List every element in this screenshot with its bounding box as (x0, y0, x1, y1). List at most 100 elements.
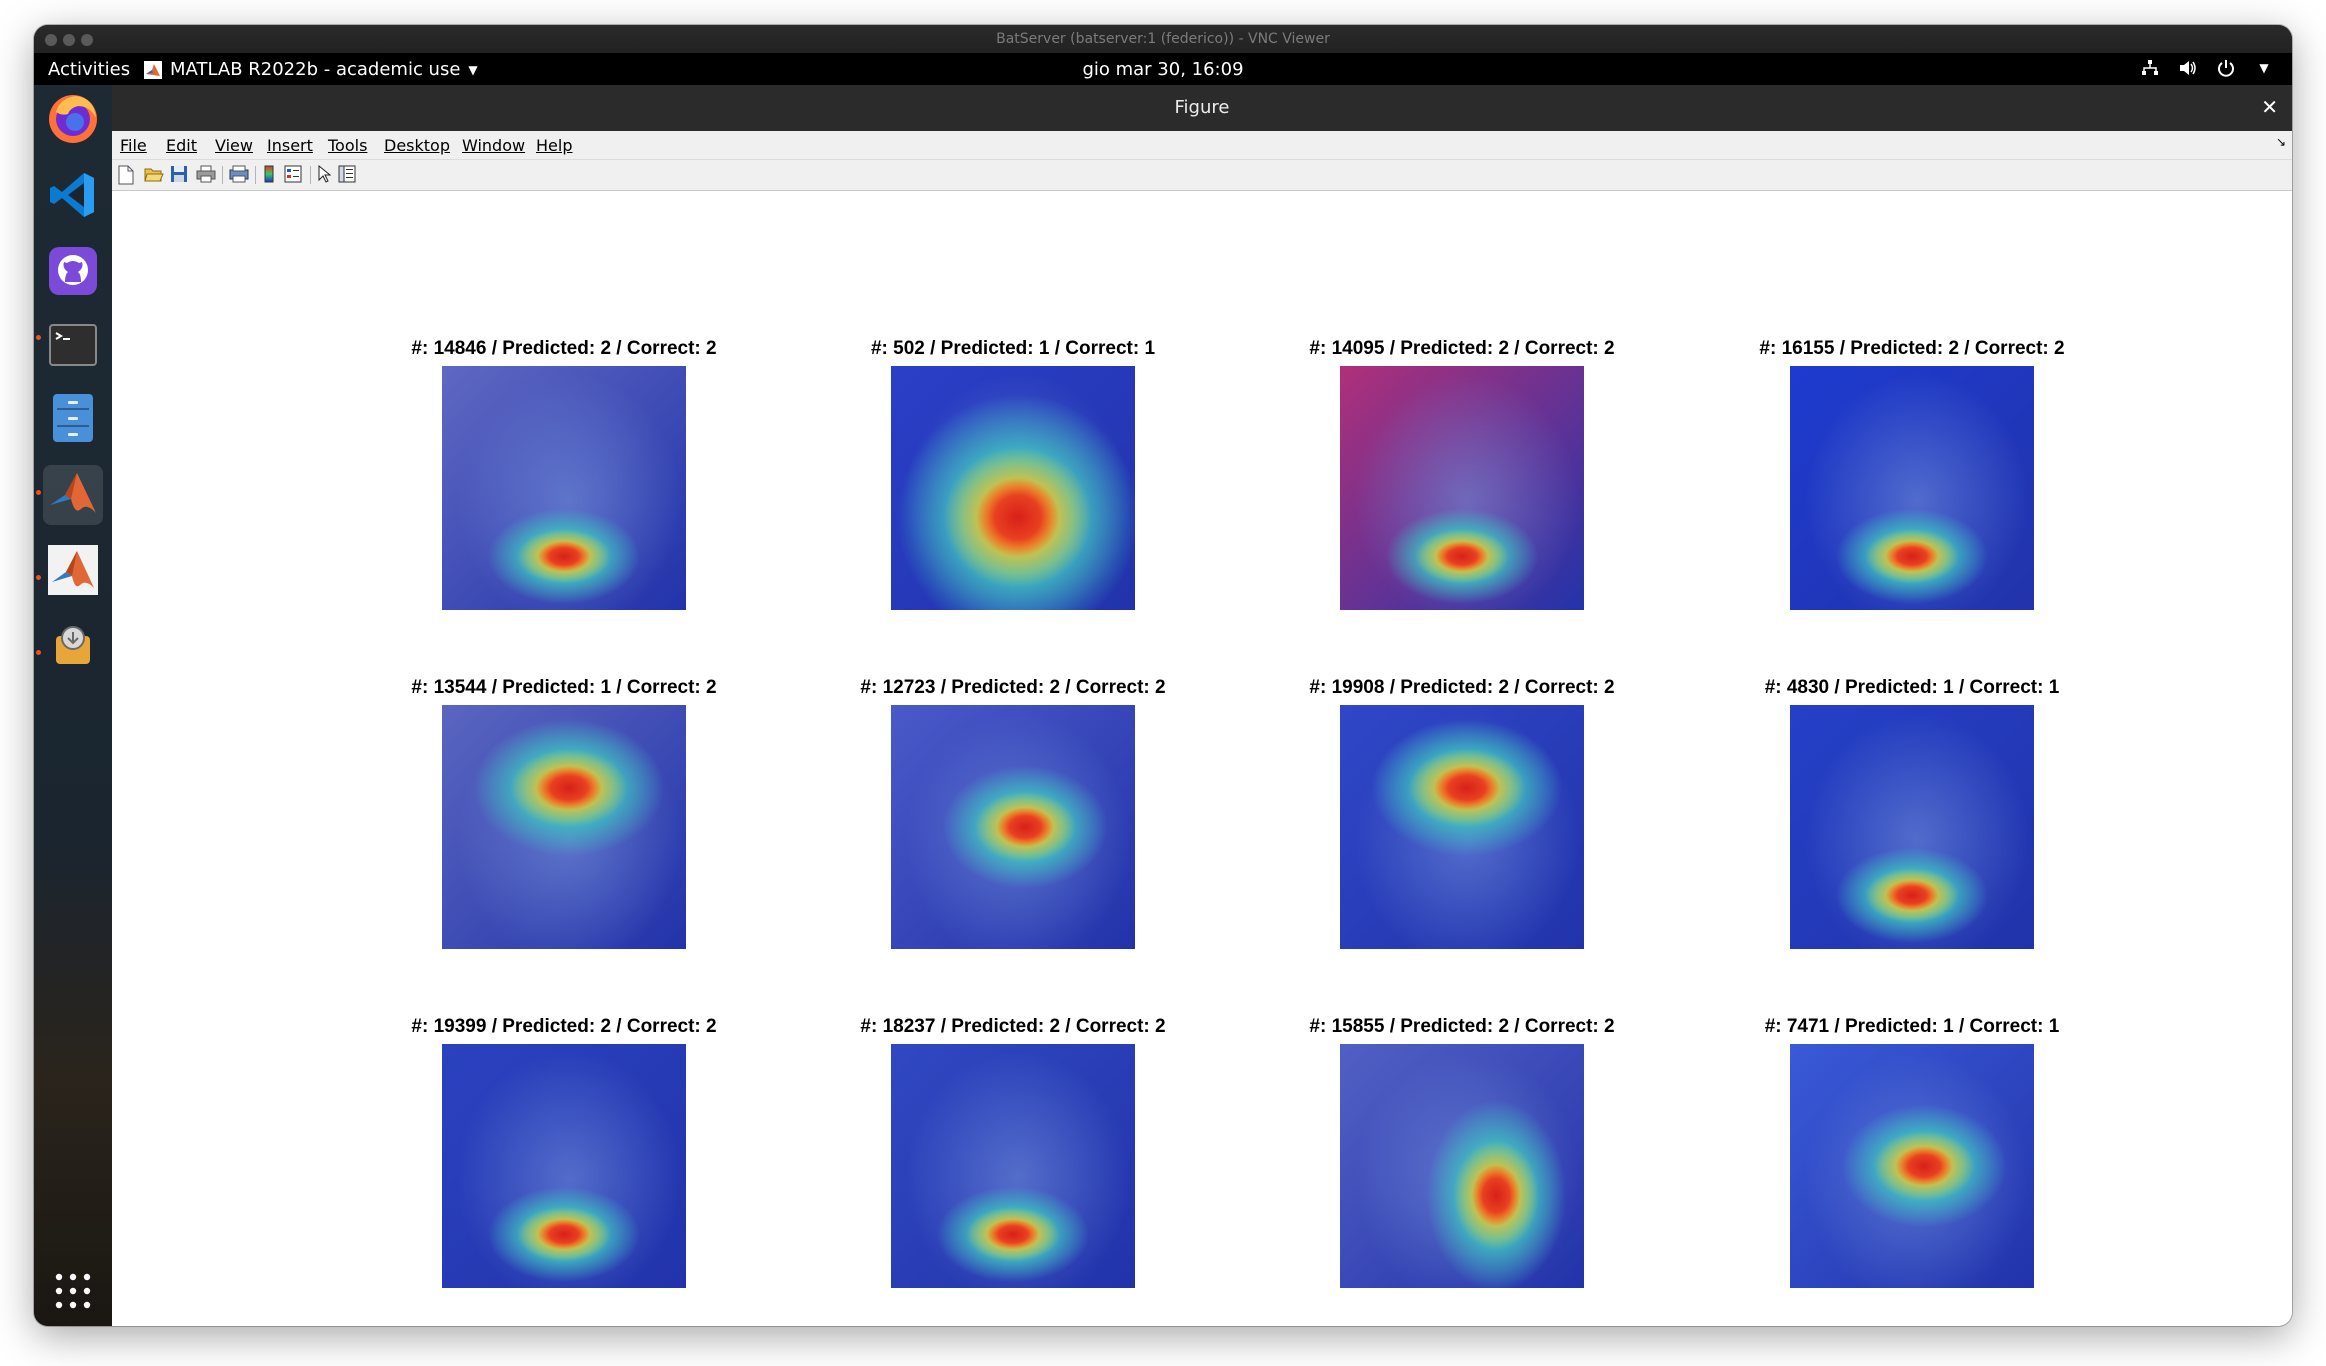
power-icon (2216, 58, 2236, 78)
close-icon[interactable]: ✕ (2261, 95, 2278, 119)
menu-desktop[interactable]: Desktop (384, 136, 450, 155)
gradcam-subplot[interactable]: #: 18237 / Predicted: 2 / Correct: 2 (860, 1016, 1166, 1288)
vscode-icon (50, 173, 94, 217)
menu-tools-label: Tools (328, 136, 368, 155)
legend-icon[interactable] (284, 165, 304, 185)
figure-canvas[interactable]: #: 14846 / Predicted: 2 / Correct: 2 #: 5… (112, 191, 2292, 1326)
gradcam-heatmap-image (891, 366, 1135, 610)
running-indicator (36, 335, 41, 340)
colorbar-icon[interactable] (262, 165, 282, 185)
menu-view-label: View (215, 136, 253, 155)
gradcam-heatmap-image (1340, 705, 1584, 949)
gradcam-heatmap-image (442, 705, 686, 949)
gradcam-subplot[interactable]: #: 16155 / Predicted: 2 / Correct: 2 (1759, 338, 2065, 610)
print-preview-icon[interactable] (229, 165, 249, 185)
figure-title: Figure (1174, 97, 1230, 118)
clock[interactable]: gio mar 30, 16:09 (34, 59, 2292, 80)
pointer-icon[interactable] (317, 164, 337, 185)
gradcam-heatmap-image (1340, 366, 1584, 610)
dock-files[interactable] (43, 388, 103, 448)
gradcam-subplot[interactable]: #: 502 / Predicted: 1 / Correct: 1 (871, 338, 1155, 610)
dock-show-apps[interactable] (43, 1261, 103, 1321)
github-desktop-icon (49, 247, 97, 295)
figure-titlebar: Figure ✕ (112, 85, 2292, 131)
dock-figure-icon[interactable]: ↘ (2276, 135, 2286, 149)
gradcam-heatmap-image (1790, 705, 2034, 949)
firefox-icon (49, 95, 97, 143)
running-indicator (36, 650, 41, 655)
network-icon (2140, 58, 2160, 78)
subplot-title: #: 14846 / Predicted: 2 / Correct: 2 (411, 338, 717, 359)
matlab-icon (48, 545, 98, 595)
gradcam-subplot[interactable]: #: 4830 / Predicted: 1 / Correct: 1 (1765, 677, 2059, 949)
subplot-title: #: 16155 / Predicted: 2 / Correct: 2 (1759, 338, 2065, 359)
subplot-title: #: 12723 / Predicted: 2 / Correct: 2 (860, 677, 1166, 698)
chevron-down-icon: ▼ (2259, 61, 2269, 75)
gnome-top-bar: Activities MATLAB R2022b - academic use … (34, 53, 2292, 85)
menu-window-label: Window (462, 136, 526, 155)
dock-matlab-active[interactable] (43, 465, 103, 525)
gradcam-subplot[interactable]: #: 13544 / Predicted: 1 / Correct: 2 (411, 677, 717, 949)
running-indicator (36, 490, 41, 495)
open-file-icon[interactable] (144, 165, 164, 185)
matlab-figure-window: Figure ✕ File Edit View Insert Tools Des… (112, 85, 2292, 1326)
gradcam-subplot[interactable]: #: 15855 / Predicted: 2 / Correct: 2 (1309, 1016, 1615, 1288)
figure-menubar: File Edit View Insert Tools Desktop Wind… (112, 131, 2292, 160)
subplot-title: #: 14095 / Predicted: 2 / Correct: 2 (1309, 338, 1615, 359)
gradcam-heatmap-image (1790, 1044, 2034, 1288)
software-updater-icon (56, 626, 90, 664)
dock (34, 85, 112, 1326)
figure-toolbar (112, 160, 2292, 191)
menu-edit[interactable]: Edit (166, 136, 197, 155)
files-icon (53, 394, 93, 442)
dock-matlab[interactable] (43, 540, 103, 600)
menu-help-label: Help (536, 136, 573, 155)
subplot-title: #: 15855 / Predicted: 2 / Correct: 2 (1309, 1016, 1615, 1037)
system-tray[interactable]: ▼ (2140, 58, 2274, 78)
vnc-window-title: BatServer (batserver:1 (federico)) - VNC… (996, 31, 1330, 47)
subplot-title: #: 19908 / Predicted: 2 / Correct: 2 (1309, 677, 1615, 698)
menu-tools[interactable]: Tools (328, 136, 367, 155)
dock-software-updater[interactable] (43, 615, 103, 675)
gradcam-subplot[interactable]: #: 19399 / Predicted: 2 / Correct: 2 (411, 1016, 717, 1288)
matlab-icon (50, 473, 96, 513)
gradcam-subplot[interactable]: #: 19908 / Predicted: 2 / Correct: 2 (1309, 677, 1615, 949)
print-icon[interactable] (196, 165, 216, 185)
gradcam-subplot[interactable]: #: 7471 / Predicted: 1 / Correct: 1 (1765, 1016, 2059, 1288)
dock-terminal[interactable] (43, 315, 103, 375)
vnc-titlebar: BatServer (batserver:1 (federico)) - VNC… (34, 25, 2292, 54)
apps-grid-icon (55, 1273, 91, 1309)
toolbar-separator (222, 166, 223, 184)
menu-view[interactable]: View (215, 136, 253, 155)
gradcam-subplot[interactable]: #: 12723 / Predicted: 2 / Correct: 2 (860, 677, 1166, 949)
menu-file[interactable]: File (120, 136, 147, 155)
menu-window[interactable]: Window (462, 136, 525, 155)
gradcam-heatmap-image (442, 366, 686, 610)
subplot-title: #: 7471 / Predicted: 1 / Correct: 1 (1764, 1016, 2060, 1037)
gradcam-heatmap-image (1340, 1044, 1584, 1288)
gradcam-subplot[interactable]: #: 14846 / Predicted: 2 / Correct: 2 (411, 338, 717, 610)
dock-vscode[interactable] (43, 165, 103, 225)
toolbar-separator (255, 166, 256, 184)
property-editor-icon[interactable] (338, 165, 358, 185)
gradcam-heatmap-image (891, 1044, 1135, 1288)
gradcam-subplot[interactable]: #: 14095 / Predicted: 2 / Correct: 2 (1309, 338, 1615, 610)
subplot-title: #: 13544 / Predicted: 1 / Correct: 2 (411, 677, 717, 698)
save-icon[interactable] (170, 165, 190, 185)
dock-github-desktop[interactable] (43, 241, 103, 301)
volume-icon (2178, 58, 2198, 78)
menu-desktop-label: Desktop (384, 136, 450, 155)
dock-firefox[interactable] (43, 89, 103, 149)
menu-insert-label: Insert (267, 136, 313, 155)
menu-insert[interactable]: Insert (267, 136, 313, 155)
vnc-viewer-window: BatServer (batserver:1 (federico)) - VNC… (34, 25, 2292, 1326)
subplot-title: #: 19399 / Predicted: 2 / Correct: 2 (411, 1016, 717, 1037)
menu-file-label: File (120, 136, 147, 155)
subplot-title: #: 18237 / Predicted: 2 / Correct: 2 (860, 1016, 1166, 1037)
gradcam-heatmap-image (891, 705, 1135, 949)
toolbar-separator (310, 166, 311, 184)
subplot-title: #: 4830 / Predicted: 1 / Correct: 1 (1764, 677, 2060, 698)
gradcam-heatmap-image (442, 1044, 686, 1288)
menu-help[interactable]: Help (536, 136, 572, 155)
new-figure-icon[interactable] (117, 165, 137, 185)
